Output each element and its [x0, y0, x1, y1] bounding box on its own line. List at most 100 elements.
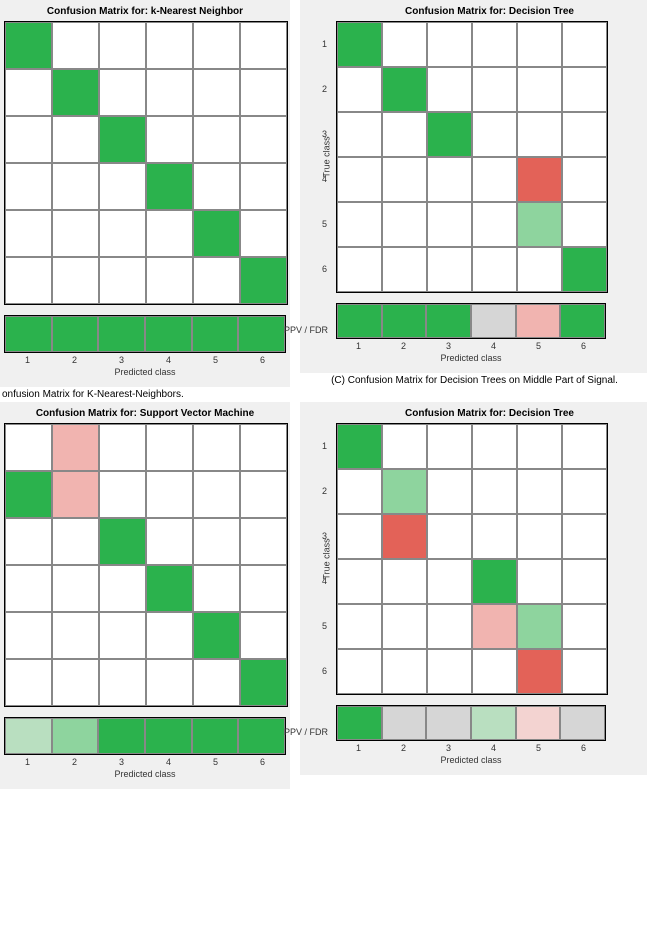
matrix-cell [240, 163, 287, 210]
matrix-cell [146, 471, 193, 518]
y-tick: 5 [322, 219, 327, 229]
matrix-cell [382, 424, 427, 469]
ppv-cell [337, 706, 382, 740]
matrix-cell [382, 604, 427, 649]
x-tick: 5 [516, 743, 561, 753]
matrix-cell [146, 210, 193, 257]
y-axis-label: True class [322, 136, 332, 177]
matrix-cell [52, 424, 99, 471]
confusion-matrix [336, 21, 608, 293]
x-tick: 4 [471, 743, 516, 753]
matrix-cell [472, 514, 517, 559]
matrix-cell [193, 116, 240, 163]
matrix-cell [240, 471, 287, 518]
chart-title: Confusion Matrix for: Support Vector Mac… [4, 408, 286, 419]
matrix-cell [193, 210, 240, 257]
matrix-cell [146, 424, 193, 471]
ppv-cell [382, 304, 427, 338]
matrix-cell [240, 518, 287, 565]
x-tick: 6 [561, 341, 606, 351]
matrix-cell [5, 659, 52, 706]
matrix-cell [146, 116, 193, 163]
ppv-cell [52, 718, 99, 754]
matrix-cell [382, 514, 427, 559]
matrix-cell [562, 604, 607, 649]
matrix-cell [99, 257, 146, 304]
matrix-cell [193, 471, 240, 518]
matrix-cell [99, 565, 146, 612]
matrix-cell [99, 22, 146, 69]
matrix-cell [472, 604, 517, 649]
matrix-cell [517, 649, 562, 694]
matrix-cell [146, 163, 193, 210]
matrix-cell [337, 157, 382, 202]
matrix-cell [517, 424, 562, 469]
matrix-cell [240, 257, 287, 304]
matrix-cell [562, 559, 607, 604]
ppv-cell [98, 718, 145, 754]
matrix-cell [382, 247, 427, 292]
matrix-cell [52, 565, 99, 612]
x-tick: 6 [561, 743, 606, 753]
ppv-cell [192, 316, 239, 352]
matrix-cell [5, 163, 52, 210]
x-tick: 6 [239, 355, 286, 365]
x-tick: 2 [381, 743, 426, 753]
matrix-cell [562, 469, 607, 514]
chart-title: Confusion Matrix for: Decision Tree [336, 408, 643, 419]
x-axis-label: Predicted class [4, 367, 286, 377]
matrix-cell [562, 424, 607, 469]
matrix-cell [427, 649, 472, 694]
y-axis-label: True class [322, 538, 332, 579]
x-tick: 5 [192, 757, 239, 767]
matrix-cell [99, 163, 146, 210]
matrix-cell [337, 112, 382, 157]
matrix-cell [517, 67, 562, 112]
x-tick: 1 [336, 341, 381, 351]
matrix-cell [5, 518, 52, 565]
matrix-cell [146, 22, 193, 69]
y-tick: 4 [322, 576, 327, 586]
grid-cell: Confusion Matrix for: Support Vector Mac… [0, 402, 290, 789]
ppv-cell [5, 316, 52, 352]
chart-title: Confusion Matrix for: Decision Tree [336, 6, 643, 17]
matrix-cell [99, 612, 146, 659]
matrix-cell [240, 659, 287, 706]
ppv-cell [145, 316, 192, 352]
ppv-cell [382, 706, 427, 740]
ppv-cell [238, 718, 285, 754]
matrix-cell [337, 649, 382, 694]
matrix-cell [193, 163, 240, 210]
matrix-cell [193, 518, 240, 565]
matrix-cell [427, 202, 472, 247]
matrix-cell [240, 116, 287, 163]
ppv-fdr-row [4, 717, 286, 755]
grid-cell: Confusion Matrix for: k-Nearest Neighbor… [0, 0, 290, 402]
matrix-cell [52, 22, 99, 69]
matrix-cell [52, 518, 99, 565]
matrix-cell [517, 202, 562, 247]
ppv-cell [5, 718, 52, 754]
x-tick: 1 [4, 757, 51, 767]
matrix-cell [517, 22, 562, 67]
ppv-cell [98, 316, 145, 352]
chart-title: Confusion Matrix for: k-Nearest Neighbor [4, 6, 286, 17]
matrix-cell [517, 604, 562, 649]
matrix-cell [382, 469, 427, 514]
matrix-cell [427, 559, 472, 604]
matrix-cell [427, 424, 472, 469]
matrix-cell [146, 257, 193, 304]
ppv-fdr-row [336, 705, 606, 741]
matrix-cell [472, 469, 517, 514]
matrix-cell [52, 163, 99, 210]
matrix-cell [193, 659, 240, 706]
matrix-cell [99, 210, 146, 257]
matrix-cell [337, 559, 382, 604]
ppv-cell [238, 316, 285, 352]
matrix-cell [337, 604, 382, 649]
y-tick: 6 [322, 666, 327, 676]
ppv-cell [337, 304, 382, 338]
matrix-cell [382, 157, 427, 202]
ppv-cell [192, 718, 239, 754]
matrix-cell [193, 257, 240, 304]
